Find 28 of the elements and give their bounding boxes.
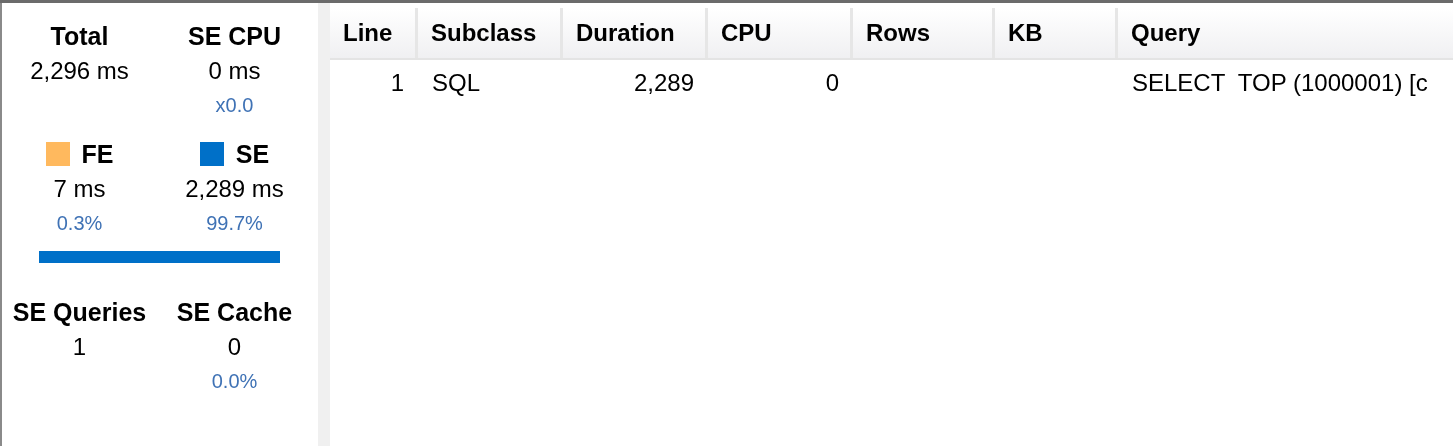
column-header[interactable]: Duration [563,8,708,58]
table-cell: SQL [432,69,481,96]
stat-value: 2,296 ms [30,56,129,86]
table-cell: SELECT TOP (1000001) [c [1132,69,1428,96]
column-header[interactable]: CPU [708,8,853,58]
table-cell: 1 [390,69,404,96]
stat-value: 7 ms [53,174,106,204]
table-cell: 2,289 [633,69,694,96]
stat-label: SE [235,139,270,170]
stat-value: 0 [227,332,242,362]
stat-label: SE Cache [176,297,293,328]
stat-value: 1 [72,332,87,362]
stat-label: SE Queries [12,297,147,328]
column-header[interactable]: Line [330,8,418,58]
stat-ratio: x0.0 [215,93,254,118]
stat-value: 2,289 ms [185,174,284,204]
column-header[interactable]: Query [1118,8,1453,58]
column-header[interactable]: KB [995,8,1118,58]
stat-ratio: 99.7% [206,211,263,236]
stat-label: Total [50,21,109,52]
table-cell: 0 [825,69,839,96]
stat-ratio: 0.3% [56,211,103,236]
column-header[interactable]: Rows [853,8,995,58]
stat-value: 0 ms [208,56,261,86]
stat-ratio: 0.0% [211,369,258,394]
stat-label: FE [81,139,114,170]
stat-label: SE CPU [187,21,282,52]
column-header[interactable]: Subclass [418,8,563,58]
